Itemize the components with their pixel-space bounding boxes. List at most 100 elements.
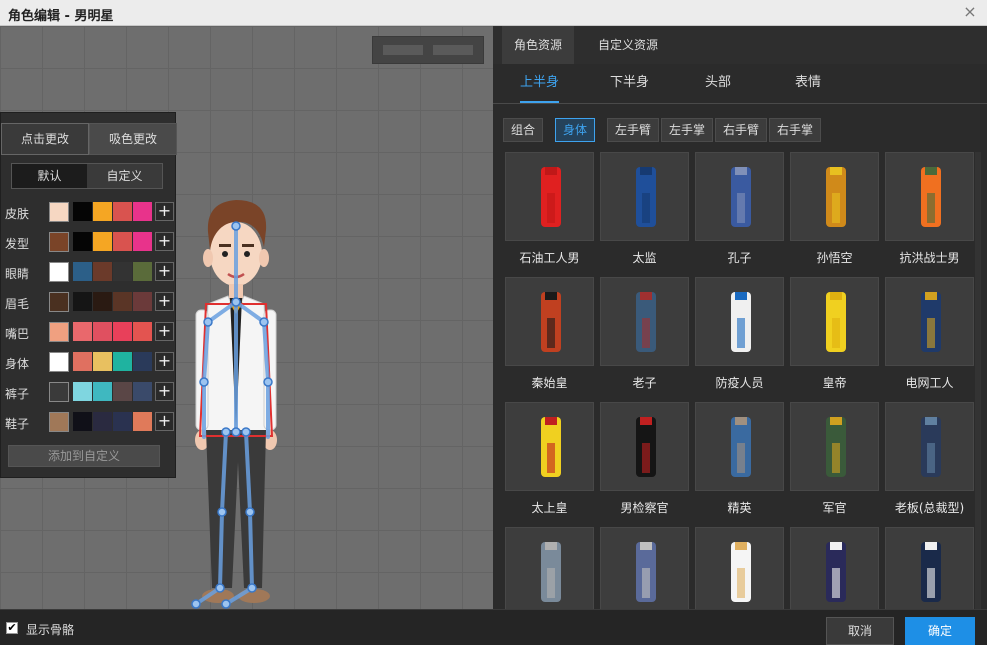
costume-item[interactable] (600, 277, 689, 366)
costume-thumbnail (731, 292, 751, 352)
tab-character-resources[interactable]: 角色资源 (502, 26, 575, 64)
character-figure[interactable] (186, 192, 290, 609)
costume-item[interactable] (600, 152, 689, 241)
color-row-label: 裤子 (5, 387, 30, 401)
costume-item[interactable] (790, 402, 879, 491)
tab-expression[interactable]: 表情 (795, 64, 821, 103)
color-swatch[interactable] (93, 352, 112, 371)
color-swatch[interactable] (113, 412, 132, 431)
current-color-swatch[interactable] (49, 232, 69, 252)
color-swatch[interactable] (73, 322, 92, 341)
costume-item[interactable] (505, 152, 594, 241)
color-swatch[interactable] (133, 382, 152, 401)
current-color-swatch[interactable] (49, 322, 69, 342)
color-swatch[interactable] (93, 322, 112, 341)
color-swatch[interactable] (133, 202, 152, 221)
color-swatch[interactable] (93, 382, 112, 401)
current-color-swatch[interactable] (49, 412, 69, 432)
show-skeleton-checkbox[interactable]: ✔ (6, 622, 18, 634)
color-swatch[interactable] (113, 202, 132, 221)
cancel-button[interactable]: 取消 (826, 617, 894, 645)
pants (206, 430, 266, 588)
costume-item[interactable] (885, 527, 974, 609)
costume-item[interactable] (695, 402, 784, 491)
color-swatch[interactable] (93, 202, 112, 221)
color-swatch[interactable] (73, 232, 92, 251)
current-color-swatch[interactable] (49, 262, 69, 282)
costume-item[interactable] (885, 152, 974, 241)
color-swatch[interactable] (113, 292, 132, 311)
tab-eyedropper-change[interactable]: 吸色更改 (89, 123, 177, 155)
color-swatch[interactable] (133, 352, 152, 371)
color-swatch[interactable] (113, 352, 132, 371)
add-color-icon[interactable]: + (155, 232, 174, 251)
tab-upper-body[interactable]: 上半身 (520, 64, 560, 103)
current-color-swatch[interactable] (49, 202, 69, 222)
color-swatch[interactable] (73, 262, 92, 281)
add-color-icon[interactable]: + (155, 292, 174, 311)
color-swatch[interactable] (113, 232, 132, 251)
costume-item[interactable] (695, 152, 784, 241)
add-color-icon[interactable]: + (155, 322, 174, 341)
color-swatch[interactable] (73, 292, 92, 311)
color-swatch[interactable] (113, 322, 132, 341)
color-swatch[interactable] (133, 412, 152, 431)
add-color-icon[interactable]: + (155, 382, 174, 401)
costume-item[interactable] (695, 527, 784, 609)
color-swatch[interactable] (73, 202, 92, 221)
color-swatch[interactable] (113, 262, 132, 281)
chip-body[interactable]: 身体 (555, 118, 596, 142)
color-swatch[interactable] (133, 322, 152, 341)
costume-item[interactable] (505, 527, 594, 609)
tab-click-change[interactable]: 点击更改 (1, 123, 89, 155)
costume-item[interactable] (505, 402, 594, 491)
close-icon[interactable]: × (961, 3, 979, 21)
tab-lower-body[interactable]: 下半身 (610, 64, 649, 103)
color-swatch[interactable] (73, 352, 92, 371)
chip-left-arm[interactable]: 左手臂 (607, 118, 660, 142)
costume-thumbnail (731, 417, 751, 477)
color-swatch[interactable] (113, 382, 132, 401)
current-color-swatch[interactable] (49, 352, 69, 372)
color-swatch[interactable] (93, 412, 112, 431)
tab-custom-resources[interactable]: 自定义资源 (586, 26, 670, 64)
add-color-icon[interactable]: + (155, 202, 174, 221)
costume-item[interactable] (600, 527, 689, 609)
costume-item[interactable] (600, 402, 689, 491)
color-swatch[interactable] (133, 262, 152, 281)
color-swatch[interactable] (73, 412, 92, 431)
current-color-swatch[interactable] (49, 382, 69, 402)
current-color-swatch[interactable] (49, 292, 69, 312)
confirm-button[interactable]: 确定 (905, 617, 975, 645)
add-color-icon[interactable]: + (155, 352, 174, 371)
add-to-custom-button[interactable]: 添加到自定义 (8, 445, 160, 467)
color-swatch[interactable] (133, 232, 152, 251)
color-swatch[interactable] (93, 292, 112, 311)
color-row-label: 皮肤 (5, 207, 30, 221)
costume-item[interactable] (790, 527, 879, 609)
color-panel: 点击更改 吸色更改 默认 自定义 皮肤 + 发型 + 眼睛 + 眉毛 + 嘴巴 + 身体 + 裤子 + 鞋子… (0, 112, 177, 478)
color-swatch[interactable] (73, 382, 92, 401)
chip-left-palm[interactable]: 左手掌 (661, 118, 714, 142)
costume-item[interactable] (790, 277, 879, 366)
tab-head[interactable]: 头部 (705, 64, 731, 103)
mode-custom[interactable]: 自定义 (87, 164, 162, 188)
costume-item[interactable] (885, 277, 974, 366)
eyebrow (242, 244, 254, 247)
costume-item[interactable] (790, 152, 879, 241)
costume-thumbnail (826, 167, 846, 227)
chip-right-arm[interactable]: 右手臂 (715, 118, 768, 142)
costume-item[interactable] (885, 402, 974, 491)
costume-item[interactable] (505, 277, 594, 366)
palette-mode-toggle: 默认 自定义 (11, 163, 163, 189)
character-canvas[interactable]: 点击更改 吸色更改 默认 自定义 皮肤 + 发型 + 眼睛 + 眉毛 + 嘴巴 + 身体 + 裤子 + 鞋子… (0, 26, 493, 609)
color-swatch[interactable] (133, 292, 152, 311)
chip-combo[interactable]: 组合 (503, 118, 544, 142)
color-swatch[interactable] (93, 232, 112, 251)
color-swatch[interactable] (93, 262, 112, 281)
costume-item[interactable] (695, 277, 784, 366)
add-color-icon[interactable]: + (155, 412, 174, 431)
add-color-icon[interactable]: + (155, 262, 174, 281)
chip-right-palm[interactable]: 右手掌 (769, 118, 822, 142)
mode-default[interactable]: 默认 (12, 164, 87, 188)
